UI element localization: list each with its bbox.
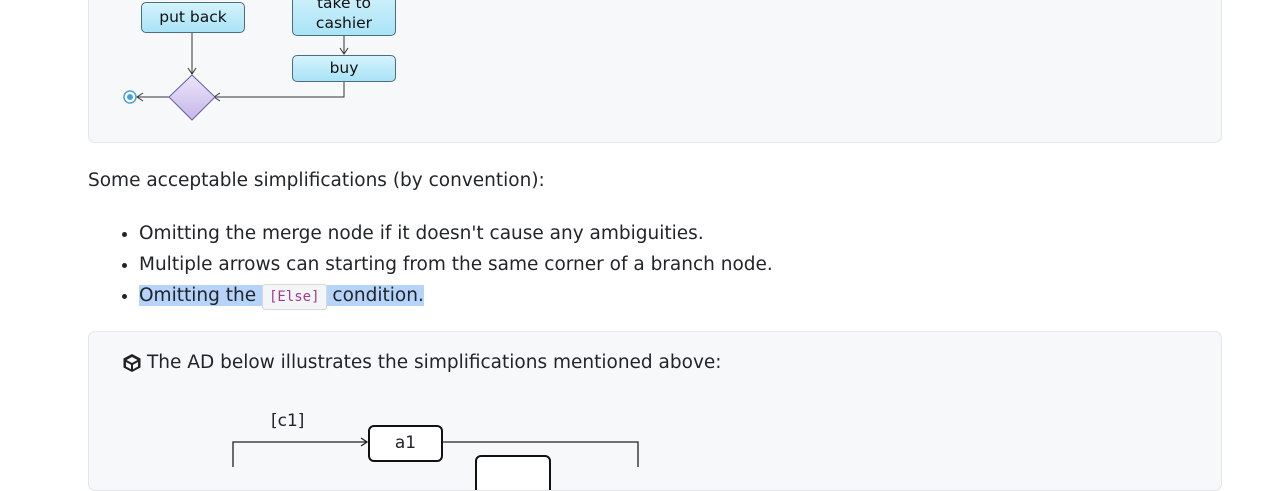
- node-take-to-cashier-line2: cashier: [315, 14, 373, 32]
- node-take-to-cashier-line1: take to: [316, 0, 372, 12]
- node-buy-label: buy: [329, 59, 359, 77]
- node-buy: buy: [292, 55, 396, 82]
- selected-text[interactable]: Omitting the [Else] condition.: [139, 284, 424, 310]
- activity-diagram-2-edges: [232, 437, 639, 467]
- list-item-text: Multiple arrows can starting from the sa…: [139, 254, 773, 275]
- list-item-text-after: condition.: [326, 285, 424, 306]
- intro-text: Some acceptable simplifications (by conv…: [88, 170, 545, 191]
- guard-label: [c1]: [271, 411, 305, 431]
- node-put-back-label: put back: [159, 8, 227, 26]
- merge-node: [168, 74, 216, 121]
- else-code: [Else]: [261, 284, 327, 310]
- node-put-back: put back: [141, 2, 245, 33]
- list-item: Omitting the [Else] condition.: [139, 280, 773, 311]
- activity-diagram-edges: [123, 33, 349, 121]
- action-a1: a1: [368, 425, 443, 462]
- list-item-text: Omitting the merge node if it doesn't ca…: [139, 223, 704, 244]
- list-item: Omitting the merge node if it doesn't ca…: [139, 218, 773, 249]
- diagram-panel-top: put back take to cashier buy: [88, 0, 1222, 143]
- list-item: Multiple arrows can starting from the sa…: [139, 249, 773, 280]
- simplifications-list: Omitting the merge node if it doesn't ca…: [117, 218, 773, 311]
- action-a1-label: a1: [394, 433, 417, 453]
- action-node-partial: [475, 455, 551, 490]
- list-item-text-before: Omitting the: [139, 285, 262, 306]
- node-take-to-cashier: take to cashier: [292, 0, 396, 36]
- note-panel: The AD below illustrates the simplificat…: [88, 331, 1222, 491]
